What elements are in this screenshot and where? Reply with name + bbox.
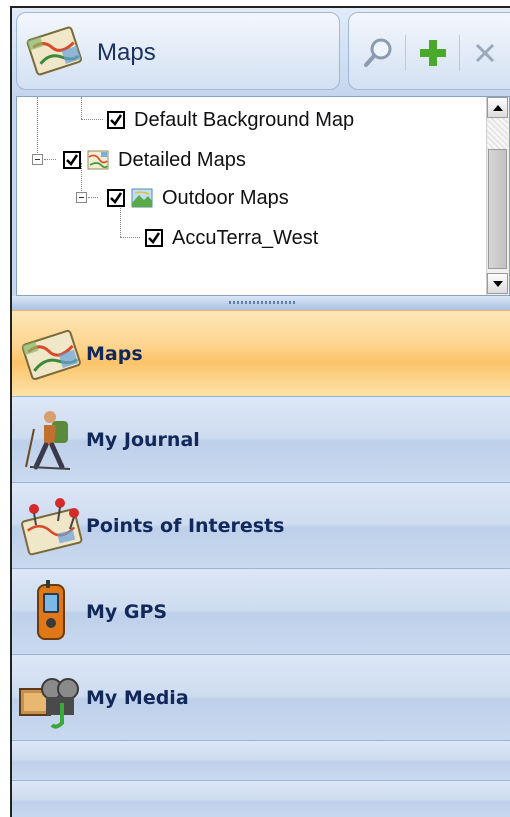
tree-scrollbar[interactable] bbox=[486, 97, 509, 295]
nav-empty-slot bbox=[12, 780, 510, 817]
gps-device-icon bbox=[37, 579, 65, 640]
search-icon[interactable] bbox=[361, 35, 397, 71]
add-icon[interactable] bbox=[415, 35, 451, 71]
nav-item-label: My Journal bbox=[86, 428, 200, 451]
nav-item-my-media[interactable]: My Media bbox=[12, 654, 510, 740]
splitter-grip bbox=[229, 301, 295, 304]
tree-connector bbox=[37, 97, 38, 159]
toolbar-separator bbox=[459, 35, 460, 71]
nav-item-maps[interactable]: Maps bbox=[12, 310, 510, 396]
hiker-icon bbox=[25, 410, 71, 470]
tree-item-label: Outdoor Maps bbox=[162, 186, 289, 209]
tree-item-label: Detailed Maps bbox=[118, 148, 246, 171]
nav-item-label: My Media bbox=[86, 686, 189, 709]
toolbar-separator bbox=[405, 35, 406, 71]
tree-item-detailed-maps[interactable]: Detailed Maps bbox=[63, 145, 246, 175]
tree-item-label: Default Background Map bbox=[134, 108, 355, 131]
nav-item-points-of-interests[interactable]: Points of Interests bbox=[12, 482, 510, 568]
tree-connector bbox=[120, 237, 140, 238]
maps-icon bbox=[21, 329, 81, 380]
collapse-toggle[interactable] bbox=[76, 192, 87, 203]
tree-connector bbox=[44, 159, 56, 160]
media-icon bbox=[19, 677, 79, 729]
nav-item-label: My GPS bbox=[86, 600, 168, 623]
nav-item-my-journal[interactable]: My Journal bbox=[12, 396, 510, 482]
nav-empty-slot bbox=[12, 740, 510, 780]
collapse-toggle[interactable] bbox=[32, 154, 43, 165]
scroll-up-button[interactable] bbox=[487, 97, 508, 118]
tree-connector bbox=[81, 97, 82, 119]
scroll-track[interactable] bbox=[487, 118, 508, 149]
layer-checkbox[interactable] bbox=[107, 189, 125, 207]
tree-item-accuterra-west[interactable]: AccuTerra_West bbox=[145, 223, 318, 253]
poi-map-icon bbox=[21, 497, 83, 555]
nav-item-label: Points of Interests bbox=[86, 514, 285, 537]
layer-checkbox[interactable] bbox=[107, 111, 125, 129]
nav-item-my-gps[interactable]: My GPS bbox=[12, 568, 510, 654]
panel-title-bar: Maps bbox=[16, 12, 340, 90]
panel-title: Maps bbox=[97, 39, 156, 66]
tree-connector bbox=[88, 197, 98, 198]
splitter-handle[interactable] bbox=[12, 296, 510, 311]
tree-item-default-background-map[interactable]: Default Background Map bbox=[107, 105, 354, 135]
tree-item-label: AccuTerra_West bbox=[172, 226, 319, 249]
maps-icon bbox=[26, 26, 82, 76]
map-layers-tree: Default Background Map Detailed Maps Out… bbox=[16, 96, 510, 296]
close-icon[interactable] bbox=[467, 35, 503, 71]
header-toolbar bbox=[348, 12, 510, 90]
arrow-up-icon bbox=[492, 104, 503, 111]
scroll-down-button[interactable] bbox=[487, 273, 508, 294]
maps-panel: Maps Default Background Map Detailed Map… bbox=[10, 6, 510, 817]
tree-item-outdoor-maps[interactable]: Outdoor Maps bbox=[107, 183, 289, 213]
outdoor-maps-icon bbox=[131, 188, 153, 208]
arrow-down-icon bbox=[492, 280, 503, 287]
layer-checkbox[interactable] bbox=[145, 229, 163, 247]
panel-header: Maps bbox=[12, 8, 510, 96]
tree-connector bbox=[81, 119, 103, 120]
scroll-thumb[interactable] bbox=[488, 149, 507, 269]
detailed-maps-icon bbox=[87, 150, 109, 170]
layer-checkbox[interactable] bbox=[63, 151, 81, 169]
nav-item-label: Maps bbox=[86, 342, 143, 365]
